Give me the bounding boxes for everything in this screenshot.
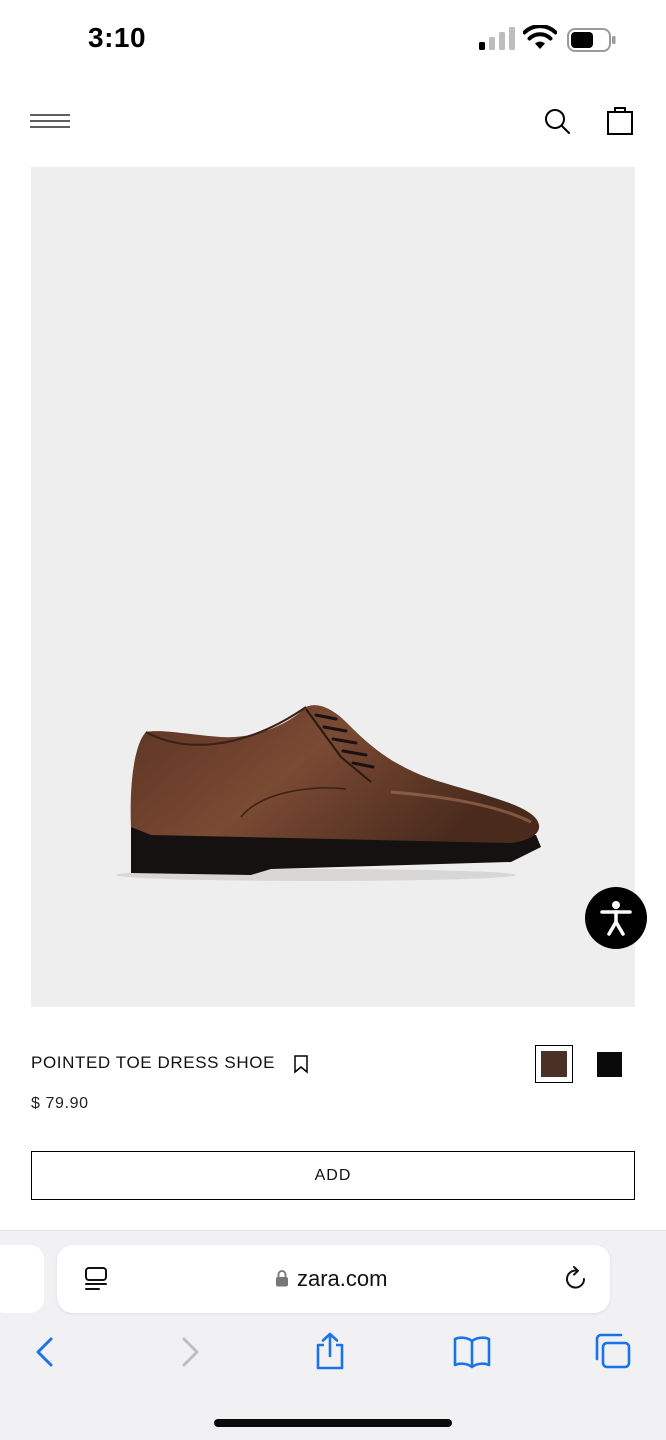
status-bar: 3:10 xyxy=(0,0,666,80)
address-bar[interactable]: zara.com xyxy=(57,1245,610,1313)
product-image[interactable] xyxy=(31,167,635,1007)
cellular-signal-icon xyxy=(479,27,515,50)
accessibility-icon xyxy=(600,901,632,936)
color-swatch-brown[interactable] xyxy=(535,1045,573,1083)
add-to-cart-button[interactable]: ADD xyxy=(31,1151,635,1200)
product-name: POINTED TOE DRESS SHOE xyxy=(31,1053,276,1072)
previous-tab-card[interactable] xyxy=(0,1245,44,1313)
forward-icon xyxy=(182,1337,199,1367)
dress-shoe-image xyxy=(116,705,541,881)
home-indicator[interactable] xyxy=(214,1419,452,1427)
lock-icon xyxy=(276,1270,288,1287)
page-menu-icon[interactable] xyxy=(83,1265,109,1293)
color-swatch-black[interactable] xyxy=(597,1052,622,1077)
bookmark-icon[interactable] xyxy=(292,1054,310,1074)
color-swatch-brown-fill xyxy=(541,1051,567,1077)
forward-button[interactable] xyxy=(170,1331,210,1371)
shopping-bag-icon[interactable] xyxy=(606,104,634,136)
search-icon[interactable] xyxy=(542,106,572,136)
url-text: zara.com xyxy=(297,1266,388,1291)
browser-toolbar: zara.com xyxy=(0,1230,666,1440)
wifi-icon xyxy=(523,25,557,49)
share-button[interactable] xyxy=(310,1331,350,1371)
hamburger-menu-icon[interactable] xyxy=(30,110,70,132)
accessibility-button[interactable] xyxy=(585,887,647,949)
battery-icon xyxy=(567,28,616,52)
bookmarks-icon xyxy=(453,1336,491,1369)
site-header xyxy=(0,90,666,150)
bookmarks-button[interactable] xyxy=(452,1331,492,1371)
back-button[interactable] xyxy=(26,1331,66,1371)
reload-icon[interactable] xyxy=(563,1265,589,1293)
product-price: $ 79.90 xyxy=(31,1095,89,1112)
tabs-icon xyxy=(595,1333,631,1369)
share-icon xyxy=(316,1332,344,1370)
tabs-button[interactable] xyxy=(593,1331,633,1371)
back-icon xyxy=(36,1337,53,1367)
status-time: 3:10 xyxy=(88,22,147,53)
